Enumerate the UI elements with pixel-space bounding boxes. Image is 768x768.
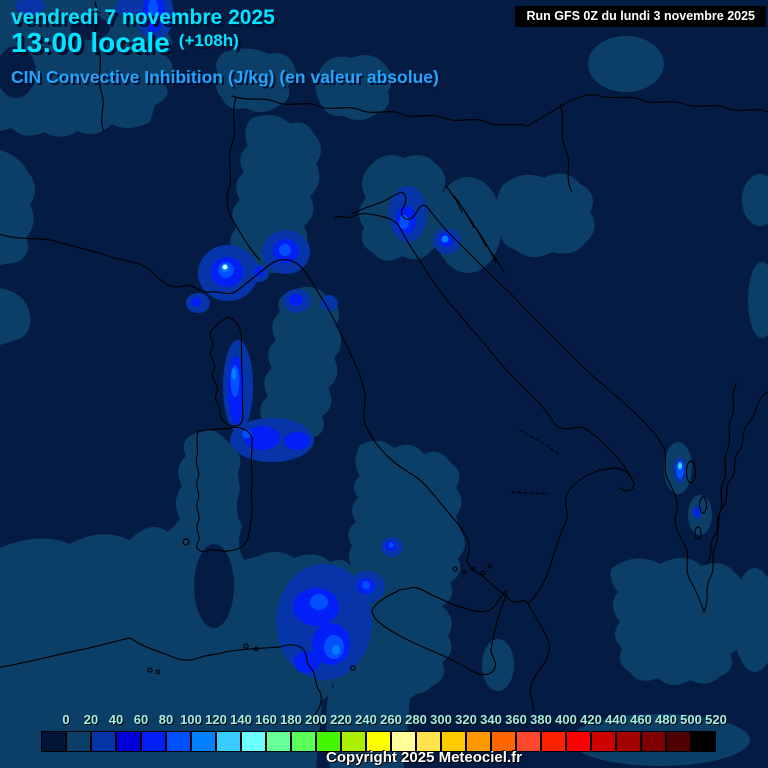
- map-shape: [362, 581, 370, 589]
- map-shape: [310, 594, 328, 610]
- map-shape: [15, 428, 125, 512]
- map-shape: [482, 639, 514, 691]
- map-shape: [231, 368, 237, 380]
- map-shape: [372, 598, 452, 694]
- scale-labels: 0 20 40 60 80 100 120 140 160 180 200 220 240 260 280 3…: [0, 712, 768, 729]
- map-shape: [610, 557, 746, 686]
- map-shape: [678, 462, 682, 470]
- map-shape: [332, 645, 340, 655]
- map-shape: [284, 432, 310, 450]
- map-shape: [279, 244, 291, 256]
- map-shape: [496, 173, 595, 258]
- map-shape: [194, 544, 234, 628]
- map-shape: [441, 235, 449, 243]
- forecast-time-text: 13:00 locale: [11, 27, 170, 58]
- weather-map-page: vendredi 7 novembre 2025 13:00 locale (+1…: [0, 0, 768, 768]
- map-shape: [388, 542, 394, 548]
- map-shape: [222, 264, 228, 270]
- scale-tick-label: 520: [705, 712, 727, 727]
- map-shape: [694, 508, 700, 516]
- parameter-title: CIN Convective Inhibition (J/kg) (en val…: [11, 67, 439, 87]
- model-run-info: Run GFS 0Z du lundi 3 novembre 2025: [515, 6, 766, 27]
- map-shape: [320, 295, 338, 311]
- map-shape: [191, 297, 201, 307]
- map-shape: [244, 426, 280, 450]
- weather-map: [0, 0, 768, 768]
- map-shape: [588, 36, 664, 92]
- forecast-time: 13:00 locale (+108h): [11, 27, 239, 59]
- copyright-notice: Copyright 2025 Meteociel.fr: [326, 749, 522, 766]
- forecast-offset: (+108h): [178, 31, 239, 50]
- map-shape: [434, 177, 502, 273]
- map-shape: [289, 294, 303, 306]
